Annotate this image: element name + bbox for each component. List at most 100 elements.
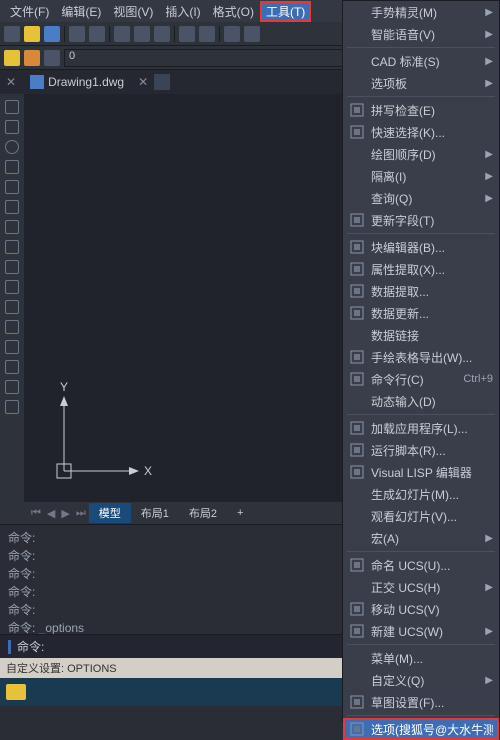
tab-layout2[interactable]: 布局2	[179, 503, 227, 523]
point-icon[interactable]	[5, 280, 19, 294]
layer-icon[interactable]	[4, 50, 20, 66]
menu-item[interactable]: 草图设置(F)...	[343, 691, 499, 713]
save-icon[interactable]	[44, 26, 60, 42]
redo-icon[interactable]	[199, 26, 215, 42]
qsel-icon	[349, 124, 365, 140]
menu-item-label: 手绘表格导出(W)...	[371, 349, 493, 366]
submenu-arrow-icon: ▶	[485, 675, 493, 686]
menu-item[interactable]: 属性提取(X)...	[343, 258, 499, 280]
menu-item-label: 查询(Q)	[371, 190, 485, 207]
menu-item-label: CAD 标准(S)	[371, 53, 485, 70]
block-icon[interactable]	[5, 300, 19, 314]
add-layout-icon[interactable]: +	[227, 505, 253, 521]
menu-item[interactable]: 观看幻灯片(V)...	[343, 505, 499, 527]
print-icon[interactable]	[69, 26, 85, 42]
tab-close-icon[interactable]: ✕	[6, 75, 16, 89]
blank-icon	[349, 579, 365, 595]
menu-item[interactable]: 隔离(I)▶	[343, 165, 499, 187]
menu-item[interactable]: 数据链接	[343, 324, 499, 346]
new-tab-icon[interactable]	[154, 74, 170, 90]
pline-icon[interactable]	[5, 120, 19, 134]
region-icon[interactable]	[5, 360, 19, 374]
command-input[interactable]: 命令:	[17, 638, 44, 655]
line-icon[interactable]	[5, 100, 19, 114]
rect-icon[interactable]	[5, 180, 19, 194]
menu-item[interactable]: 选项板▶	[343, 72, 499, 94]
pan-icon[interactable]	[224, 26, 240, 42]
copy-icon[interactable]	[134, 26, 150, 42]
menu-item[interactable]: 生成幻灯片(M)...	[343, 483, 499, 505]
menu-view[interactable]: 视图(V)	[107, 1, 159, 22]
menu-item[interactable]: 快速选择(K)...	[343, 121, 499, 143]
menu-item[interactable]: 更新字段(T)	[343, 209, 499, 231]
menu-item[interactable]: 正交 UCS(H)▶	[343, 576, 499, 598]
new-icon[interactable]	[4, 26, 20, 42]
menu-item[interactable]: 选项(搜狐号@大水牛测绘	[343, 718, 499, 740]
lock-icon[interactable]	[44, 50, 60, 66]
cloud-icon[interactable]	[5, 220, 19, 234]
menu-item[interactable]: 拼写检查(E)	[343, 99, 499, 121]
menu-file[interactable]: 文件(F)	[4, 1, 55, 22]
menu-item[interactable]: 绘图顺序(D)▶	[343, 143, 499, 165]
nav-next-icon[interactable]: ▶	[58, 507, 72, 520]
boundary-icon[interactable]	[5, 380, 19, 394]
menu-item-label: 属性提取(X)...	[371, 261, 493, 278]
menu-item[interactable]: Visual LISP 编辑器	[343, 461, 499, 483]
sun-icon[interactable]	[24, 50, 40, 66]
menu-item[interactable]: 加载应用程序(L)...	[343, 417, 499, 439]
lsp-icon	[349, 464, 365, 480]
menu-item[interactable]: 自定义(Q)▶	[343, 669, 499, 691]
arc-icon[interactable]	[5, 160, 19, 174]
menu-item[interactable]: 块编辑器(B)...	[343, 236, 499, 258]
menu-edit[interactable]: 编辑(E)	[55, 1, 107, 22]
menu-item[interactable]: 智能语音(V)▶	[343, 23, 499, 45]
menu-item[interactable]: 查询(Q)▶	[343, 187, 499, 209]
menu-item[interactable]: 新建 UCS(W)▶	[343, 620, 499, 642]
cut-icon[interactable]	[114, 26, 130, 42]
tab-layout1[interactable]: 布局1	[131, 503, 179, 523]
file-tab[interactable]: Drawing1.dwg	[22, 75, 132, 89]
undo-icon[interactable]	[179, 26, 195, 42]
menu-item[interactable]: 命名 UCS(U)...	[343, 554, 499, 576]
menu-item[interactable]: 手势精灵(M)▶	[343, 1, 499, 23]
paste-icon[interactable]	[154, 26, 170, 42]
circle-icon[interactable]	[5, 140, 19, 154]
menu-item[interactable]: 菜单(M)...	[343, 647, 499, 669]
table-icon[interactable]	[5, 340, 19, 354]
menu-item-label: 隔离(I)	[371, 168, 485, 185]
menu-item[interactable]: 手绘表格导出(W)...	[343, 346, 499, 368]
blank-icon	[349, 327, 365, 343]
menu-item[interactable]: CAD 标准(S)▶	[343, 50, 499, 72]
menu-item[interactable]: 移动 UCS(V)	[343, 598, 499, 620]
wipeout-icon[interactable]	[5, 400, 19, 414]
menu-item-label: 正交 UCS(H)	[371, 579, 485, 596]
open-icon[interactable]	[24, 26, 40, 42]
ellipse-icon[interactable]	[5, 200, 19, 214]
menu-item-label: 命令行(C)	[371, 371, 459, 388]
menu-item[interactable]: 命令行(C)Ctrl+9	[343, 368, 499, 390]
hatch-icon[interactable]	[5, 260, 19, 274]
tab-model[interactable]: 模型	[89, 503, 131, 523]
preview-icon[interactable]	[89, 26, 105, 42]
menu-item-label: 块编辑器(B)...	[371, 239, 493, 256]
menu-tools[interactable]: 工具(T)	[260, 1, 311, 22]
text-icon[interactable]	[5, 320, 19, 334]
nav-prev-icon[interactable]: ◀	[44, 507, 58, 520]
nav-last-icon[interactable]: ⏭	[73, 507, 89, 520]
nav-first-icon[interactable]: ⏮	[28, 507, 44, 520]
menu-separator	[347, 414, 495, 415]
menu-item[interactable]: 运行脚本(R)...	[343, 439, 499, 461]
zoom-icon[interactable]	[244, 26, 260, 42]
menu-insert[interactable]: 插入(I)	[159, 1, 206, 22]
menu-item[interactable]: 动态输入(D)	[343, 390, 499, 412]
menu-format[interactable]: 格式(O)	[207, 1, 260, 22]
file-name: Drawing1.dwg	[48, 75, 124, 89]
menu-item[interactable]: 数据提取...	[343, 280, 499, 302]
explorer-icon[interactable]	[6, 684, 26, 700]
spline-icon[interactable]	[5, 240, 19, 254]
tab-close-icon[interactable]: ✕	[138, 75, 148, 89]
menu-item[interactable]: 宏(A)▶	[343, 527, 499, 549]
separator	[109, 26, 110, 42]
abc-icon	[349, 102, 365, 118]
menu-item[interactable]: 数据更新...	[343, 302, 499, 324]
